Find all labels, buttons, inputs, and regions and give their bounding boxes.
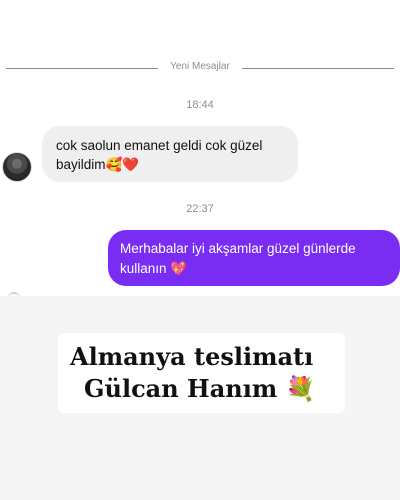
sender-avatar[interactable] bbox=[2, 152, 32, 182]
new-messages-divider-label: Yeni Mesajlar bbox=[170, 61, 230, 72]
divider-line-right bbox=[242, 68, 394, 69]
incoming-message-bubble[interactable]: cok saolun emanet geldi cok güzel bayild… bbox=[42, 126, 298, 182]
divider-line-left bbox=[6, 68, 158, 69]
partial-avatar-icon bbox=[8, 292, 20, 296]
message-text-line: cok saolun emanet geldi cok güzel bbox=[56, 138, 263, 153]
delivery-caption: Almanya teslimatı Gülcan Hanım 💐 bbox=[58, 333, 345, 413]
caption-line-1: Almanya teslimatı bbox=[70, 342, 314, 371]
chat-thread: Yeni Mesajlar 18:44 cok saolun emanet ge… bbox=[0, 0, 400, 296]
message-text-line: bayildim🥰❤️ bbox=[56, 157, 140, 172]
caption-line-2: Gülcan Hanım 💐 bbox=[84, 374, 316, 403]
message-timestamp: 22:37 bbox=[186, 203, 214, 215]
message-timestamp: 18:44 bbox=[186, 99, 214, 111]
outgoing-message-bubble[interactable]: Merhabalar iyi akşamlar güzel günlerde k… bbox=[108, 230, 400, 286]
message-text-line: Merhabalar iyi akşamlar güzel günlerde bbox=[120, 241, 356, 256]
message-text-line: kullanın 💖 bbox=[120, 261, 188, 276]
